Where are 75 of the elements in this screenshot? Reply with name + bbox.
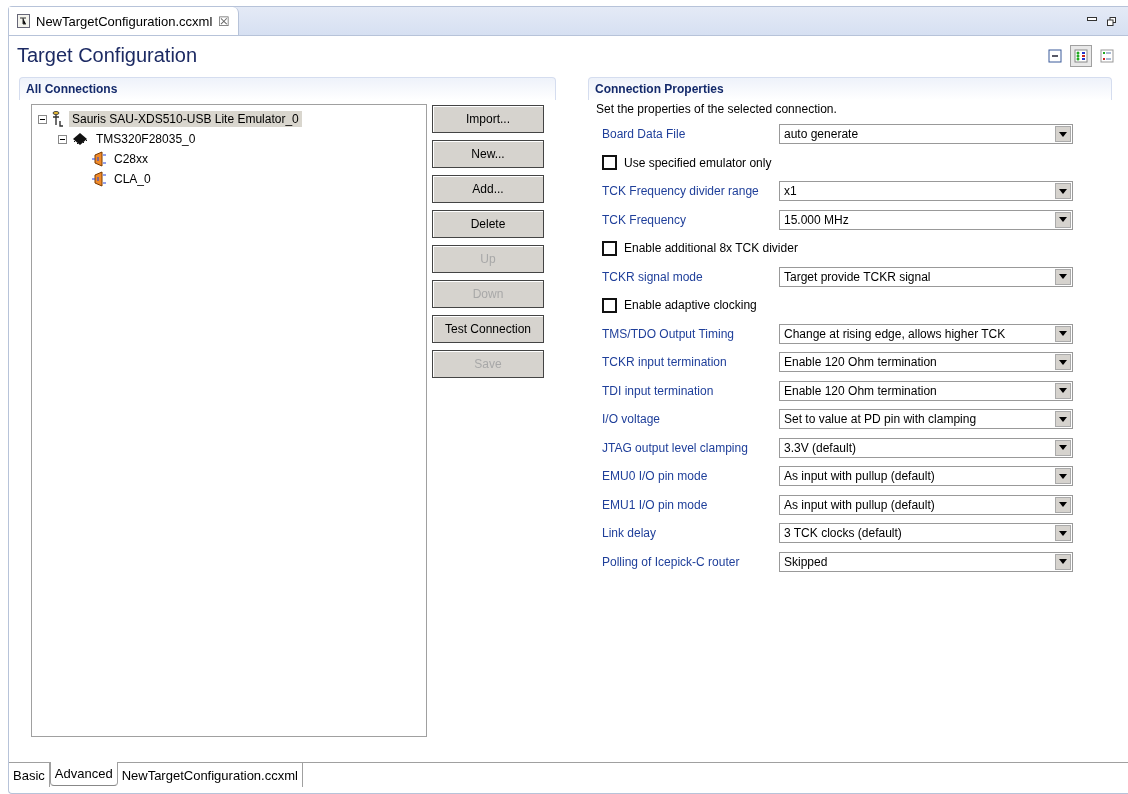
dropdown-arrow-icon [1059, 502, 1067, 508]
dropdown-arrow-icon [1059, 274, 1067, 280]
dropdown-field[interactable]: 3.3V (default) [779, 437, 1073, 458]
toolbar-button[interactable] [1070, 44, 1092, 67]
collapse-icon [1048, 48, 1062, 63]
restore-icon[interactable] [1107, 16, 1116, 26]
collapse-toggle-icon[interactable] [58, 134, 67, 144]
action-button[interactable]: Add... [432, 175, 544, 203]
dropdown-field[interactable]: Target provide TCKR signal [779, 266, 1073, 287]
tree-item[interactable]: CLA_0 [111, 171, 154, 187]
action-button[interactable]: New... [432, 140, 544, 168]
close-button[interactable]: ☒ [218, 13, 231, 29]
dropdown-field[interactable]: As input with pullup (default) [779, 494, 1073, 515]
property-label: I/O voltage [602, 412, 662, 427]
checkbox[interactable] [602, 297, 617, 313]
checkbox-label: Enable adaptive clocking [624, 298, 757, 313]
dropdown-field[interactable]: Enable 120 Ohm termination [779, 380, 1073, 401]
property-label: TCKR signal mode [602, 269, 704, 284]
probe-icon [51, 111, 65, 127]
page-tab[interactable]: Advanced [49, 762, 118, 786]
property-label: TCK Frequency divider range [602, 184, 760, 199]
action-button[interactable]: Test Connection [432, 315, 544, 343]
dropdown-arrow-icon [1059, 416, 1067, 422]
dropdown-field[interactable]: Skipped [779, 551, 1073, 572]
action-button[interactable]: Import... [432, 105, 544, 133]
collapse-toggle-icon[interactable] [38, 114, 47, 124]
core-icon [91, 151, 107, 167]
section-description: Set the properties of the selected connection. [595, 101, 838, 118]
property-label: Polling of Icepick-C router [602, 554, 741, 569]
checkbox[interactable] [602, 240, 617, 256]
editor-tab-title: NewTargetConfiguration.ccxml [36, 13, 213, 29]
section-title: All Connections [19, 77, 556, 100]
property-label: EMU1 I/O pin mode [602, 497, 709, 512]
property-label: TDI input termination [602, 383, 715, 398]
dropdown-field[interactable]: auto generate [779, 124, 1073, 145]
dropdown-arrow-icon [1059, 445, 1067, 451]
action-button[interactable]: Delete [432, 210, 544, 238]
dropdown-field[interactable]: Set to value at PD pin with clamping [779, 409, 1073, 430]
dropdown-arrow-icon [1059, 188, 1067, 194]
dropdown-field[interactable]: x1 [779, 181, 1073, 202]
property-label: Board Data File [602, 127, 687, 142]
page-title: Target Configuration [17, 44, 198, 67]
tree-item[interactable]: TMS320F28035_0 [93, 131, 199, 147]
property-label: TCKR input termination [602, 355, 728, 370]
chip-icon [71, 132, 89, 146]
dropdown-field[interactable]: 3 TCK clocks (default) [779, 523, 1073, 544]
tree-item[interactable]: C28xx [111, 151, 151, 167]
dropdown-arrow-icon [1059, 331, 1067, 337]
tree-item[interactable]: Sauris SAU-XDS510-USB Lite Emulator_0 [69, 111, 302, 127]
checkbox[interactable] [602, 155, 617, 171]
file-icon [17, 14, 30, 28]
grid-icon [1074, 48, 1088, 63]
editor-tab[interactable]: NewTargetConfiguration.ccxml ☒ [9, 7, 240, 35]
property-label: JTAG output level clamping [602, 440, 749, 455]
minimize-icon[interactable] [1087, 16, 1097, 22]
core-icon [91, 171, 107, 187]
checkbox-label: Use specified emulator only [624, 155, 772, 170]
dropdown-arrow-icon [1059, 217, 1067, 223]
list-icon [1100, 48, 1114, 63]
dropdown-arrow-icon [1059, 473, 1067, 479]
dropdown-field[interactable]: Enable 120 Ohm termination [779, 352, 1073, 373]
property-label: TMS/TDO Output Timing [602, 326, 736, 341]
dropdown-arrow-icon [1059, 388, 1067, 394]
dropdown-field[interactable]: 15.000 MHz [779, 209, 1073, 230]
dropdown-field[interactable]: As input with pullup (default) [779, 466, 1073, 487]
dropdown-arrow-icon [1059, 359, 1067, 365]
checkbox-label: Enable additional 8x TCK divider [624, 241, 798, 256]
section-title: Connection Properties [588, 77, 1112, 100]
dropdown-arrow-icon [1059, 131, 1067, 137]
dropdown-arrow-icon [1059, 530, 1067, 536]
property-label: TCK Frequency [602, 212, 688, 227]
property-label: EMU0 I/O pin mode [602, 469, 709, 484]
dropdown-arrow-icon [1059, 559, 1067, 565]
dropdown-field[interactable]: Change at rising edge, allows higher TCK [779, 323, 1073, 344]
property-label: Link delay [602, 526, 658, 541]
